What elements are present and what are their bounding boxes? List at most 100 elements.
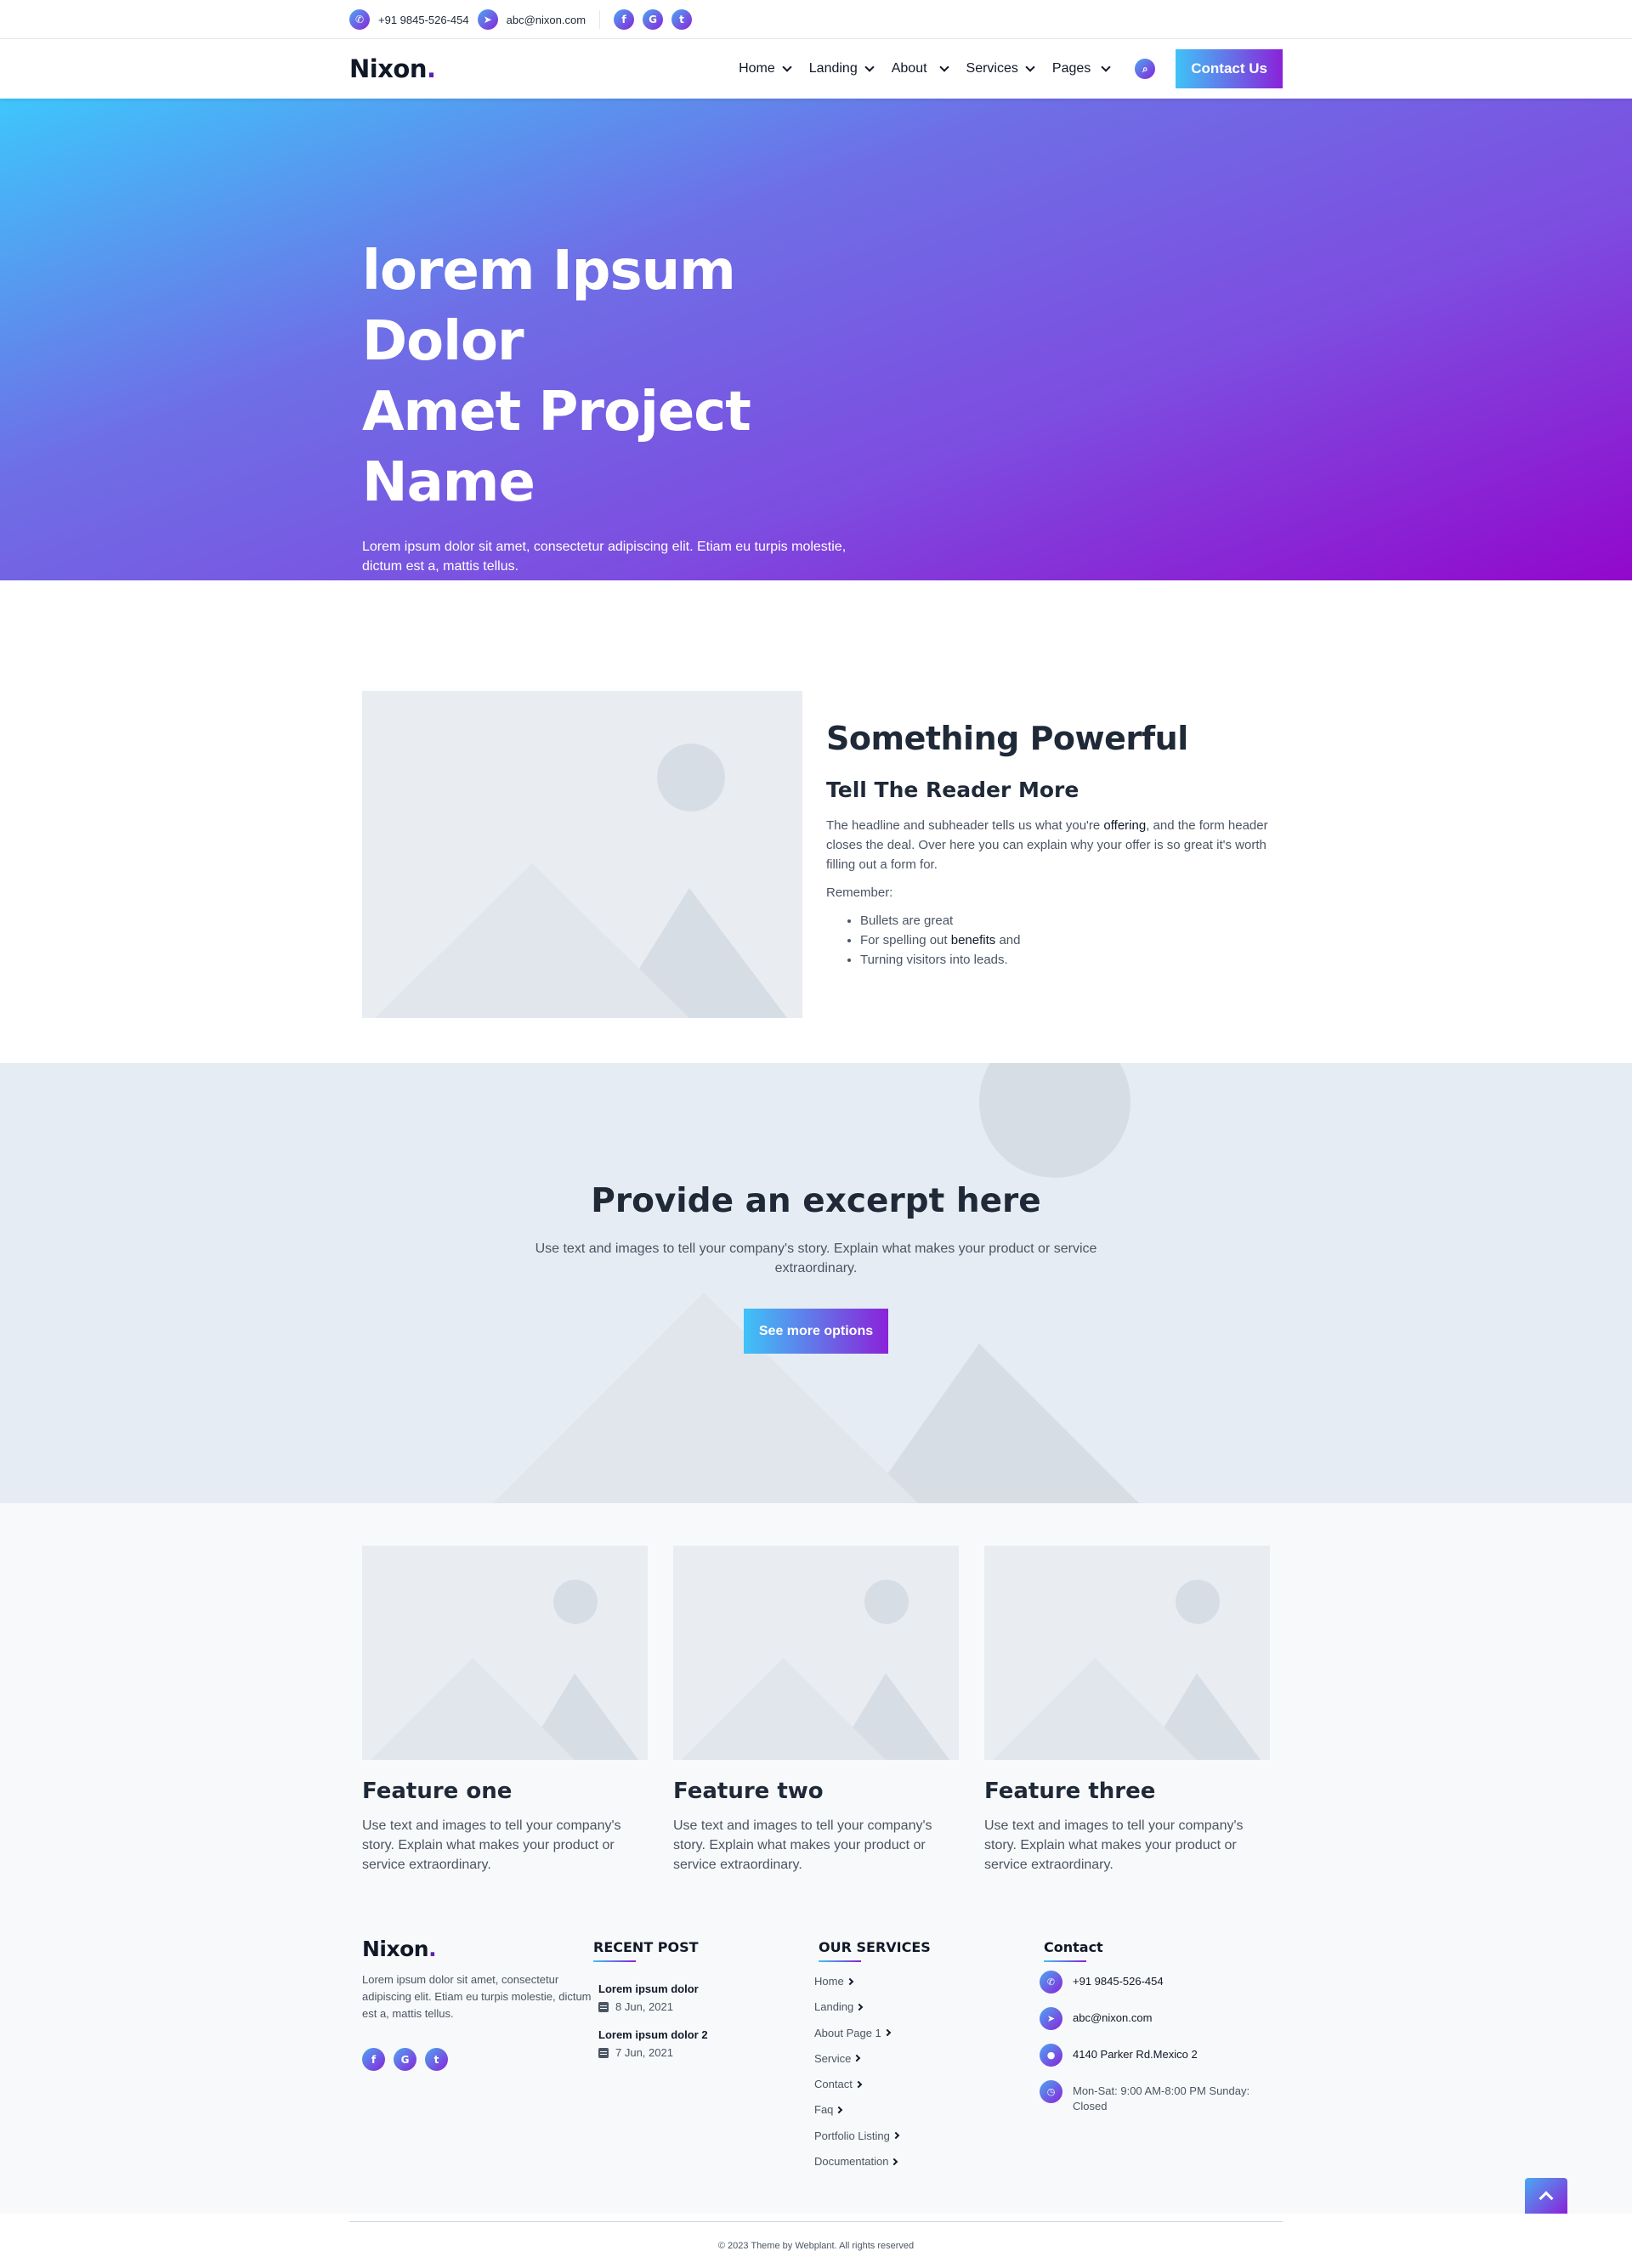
logo[interactable]: Nixon. <box>349 54 436 83</box>
about-subheading: Tell The Reader More <box>826 778 1080 802</box>
see-more-options-button[interactable]: See more options <box>743 1309 889 1354</box>
nav-item-about[interactable]: About <box>891 61 949 76</box>
hero-title-line1: lorem Ipsum Dolor <box>362 240 736 373</box>
phone-icon: ✆ <box>1040 1971 1062 1994</box>
contact-row[interactable]: ✆ +91 9845-526-454 <box>1040 1971 1265 1994</box>
features-section: Feature one Use text and images to tell … <box>0 1503 1632 1911</box>
chevron-down-icon <box>864 61 875 72</box>
hero-title-line2: Amet Project Name <box>362 381 751 514</box>
contact-row: ◷ Mon-Sat: 9:00 AM-8:00 PM Sunday: Closed <box>1040 2080 1265 2114</box>
feature-card: Feature one Use text and images to tell … <box>362 1546 648 1875</box>
excerpt-text: Use text and images to tell your company… <box>535 1241 1097 1275</box>
chevron-right-icon <box>846 1977 853 1985</box>
footer-about: Nixon. Lorem ipsum dolor sit amet, conse… <box>362 1937 593 2203</box>
scroll-to-top-button[interactable] <box>1525 2178 1567 2214</box>
footer-divider <box>349 2221 1283 2222</box>
footer: Nixon. Lorem ipsum dolor sit amet, conse… <box>0 1911 1632 2251</box>
top-bar: ✆ +91 9845-526-454 ➤ abc@nixon.com f G t <box>0 0 1632 39</box>
footer-columns: Nixon. Lorem ipsum dolor sit amet, conse… <box>349 1937 1283 2203</box>
contact-row[interactable]: ➤ abc@nixon.com <box>1040 2007 1265 2030</box>
topbar-email[interactable]: abc@nixon.com <box>507 14 586 26</box>
google-icon[interactable]: G <box>643 9 664 30</box>
excerpt-section: Provide an excerpt here Use text and ima… <box>0 1063 1632 1503</box>
about-para-highlight: offering <box>1103 818 1147 833</box>
chevron-down-icon <box>782 61 792 72</box>
nav-item-label: Home <box>739 61 775 76</box>
nav-item-label: About <box>891 61 927 76</box>
nav-item-landing[interactable]: Landing <box>808 61 875 76</box>
facebook-icon[interactable]: f <box>614 9 635 30</box>
about-bullets: Bullets are great For spelling out benef… <box>826 911 1268 970</box>
topbar-phone[interactable]: +91 9845-526-454 <box>378 14 469 26</box>
about-text: Something Powerful Tell The Reader More … <box>826 691 1268 1018</box>
bullet-text: and <box>995 933 1021 947</box>
footer-link-home[interactable]: Home <box>814 1974 1044 1988</box>
nav-item-label: Landing <box>808 61 858 76</box>
search-icon[interactable]: ⌕ <box>1135 59 1156 79</box>
nav-item-services[interactable]: Services <box>966 61 1035 76</box>
excerpt-heading: Provide an excerpt here <box>591 1182 1041 1220</box>
recent-post[interactable]: Lorem ipsum dolor 8 Jun, 2021 <box>598 1982 819 2013</box>
post-date: 7 Jun, 2021 <box>598 2046 819 2059</box>
topbar-social: f G t <box>614 9 693 30</box>
feature-title: Feature one <box>362 1779 513 1804</box>
services-list: Home Landing About Page 1 Service Contac… <box>814 1974 1044 2169</box>
chevron-right-icon <box>836 2106 843 2114</box>
telegram-icon: ➤ <box>1040 2007 1062 2030</box>
footer-logo[interactable]: Nixon. <box>362 1937 593 1961</box>
image-placeholder <box>362 691 802 1018</box>
bullet-text: For spelling out <box>860 933 951 947</box>
bullet-item: Turning visitors into leads. <box>860 950 1268 970</box>
chevron-right-icon <box>892 2132 900 2140</box>
google-icon[interactable]: G <box>394 2048 416 2071</box>
bullet-item: Bullets are great <box>860 911 1268 930</box>
post-date: 8 Jun, 2021 <box>598 2000 819 2013</box>
feature-card: Feature three Use text and images to tel… <box>984 1546 1270 1875</box>
chevron-right-icon <box>853 2055 861 2062</box>
facebook-icon[interactable]: f <box>362 2048 385 2071</box>
feature-title: Feature two <box>673 1779 824 1804</box>
footer-link-documentation[interactable]: Documentation <box>814 2154 1044 2169</box>
feature-text: Use text and images to tell your company… <box>673 1818 932 1872</box>
twitter-icon[interactable]: t <box>425 2048 448 2071</box>
post-date-text: 8 Jun, 2021 <box>615 2000 673 2013</box>
image-placeholder-graphic <box>993 1580 1261 1760</box>
nav-menu: Home Landing About Services Pages <box>739 61 1111 76</box>
footer-link-landing[interactable]: Landing <box>814 1999 1044 2014</box>
chevron-right-icon <box>891 2158 898 2165</box>
footer-heading: RECENT POST <box>593 1939 699 1955</box>
image-placeholder-graphic <box>682 1580 949 1760</box>
footer-recent-posts: RECENT POST Lorem ipsum dolor 8 Jun, 202… <box>593 1937 819 2203</box>
footer-about-text: Lorem ipsum dolor sit amet, consectetur … <box>362 1973 592 2020</box>
recent-post[interactable]: Lorem ipsum dolor 2 7 Jun, 2021 <box>598 2028 819 2059</box>
about-paragraph: The headline and subheader tells us what… <box>826 816 1268 874</box>
image-placeholder-graphic <box>371 1580 638 1760</box>
nav-item-home[interactable]: Home <box>739 61 792 76</box>
about-heading: Something Powerful <box>826 720 1188 757</box>
image-placeholder <box>984 1546 1270 1760</box>
feature-card: Feature two Use text and images to tell … <box>673 1546 959 1875</box>
footer-link-label: Service <box>814 2051 852 2065</box>
chevron-right-icon <box>854 2080 863 2088</box>
footer-link-contact[interactable]: Contact <box>814 2077 1044 2091</box>
footer-heading-underline <box>1044 1960 1086 1962</box>
nav-item-label: Services <box>966 61 1018 76</box>
location-icon: ● <box>1040 2044 1062 2067</box>
footer-heading-underline <box>593 1960 636 1962</box>
contact-us-button[interactable]: Contact Us <box>1176 49 1283 88</box>
hero-section: lorem Ipsum Dolor Amet Project Name Lorem… <box>0 99 1632 580</box>
chevron-right-icon <box>856 2003 864 2011</box>
calendar-icon <box>598 2047 609 2058</box>
chevron-down-icon <box>1101 61 1111 72</box>
footer-link-about[interactable]: About Page 1 <box>814 2026 1044 2040</box>
footer-link-label: Faq <box>814 2103 834 2117</box>
about-remember: Remember: <box>826 885 893 900</box>
chevron-right-icon <box>883 2028 892 2037</box>
bullet-item: For spelling out benefits and <box>860 930 1268 950</box>
footer-link-service[interactable]: Service <box>814 2051 1044 2066</box>
arrow-up-icon <box>1538 2191 1554 2206</box>
twitter-icon[interactable]: t <box>672 9 693 30</box>
nav-item-pages[interactable]: Pages <box>1052 61 1111 76</box>
footer-link-faq[interactable]: Faq <box>814 2102 1044 2117</box>
footer-link-portfolio[interactable]: Portfolio Listing <box>814 2129 1044 2143</box>
